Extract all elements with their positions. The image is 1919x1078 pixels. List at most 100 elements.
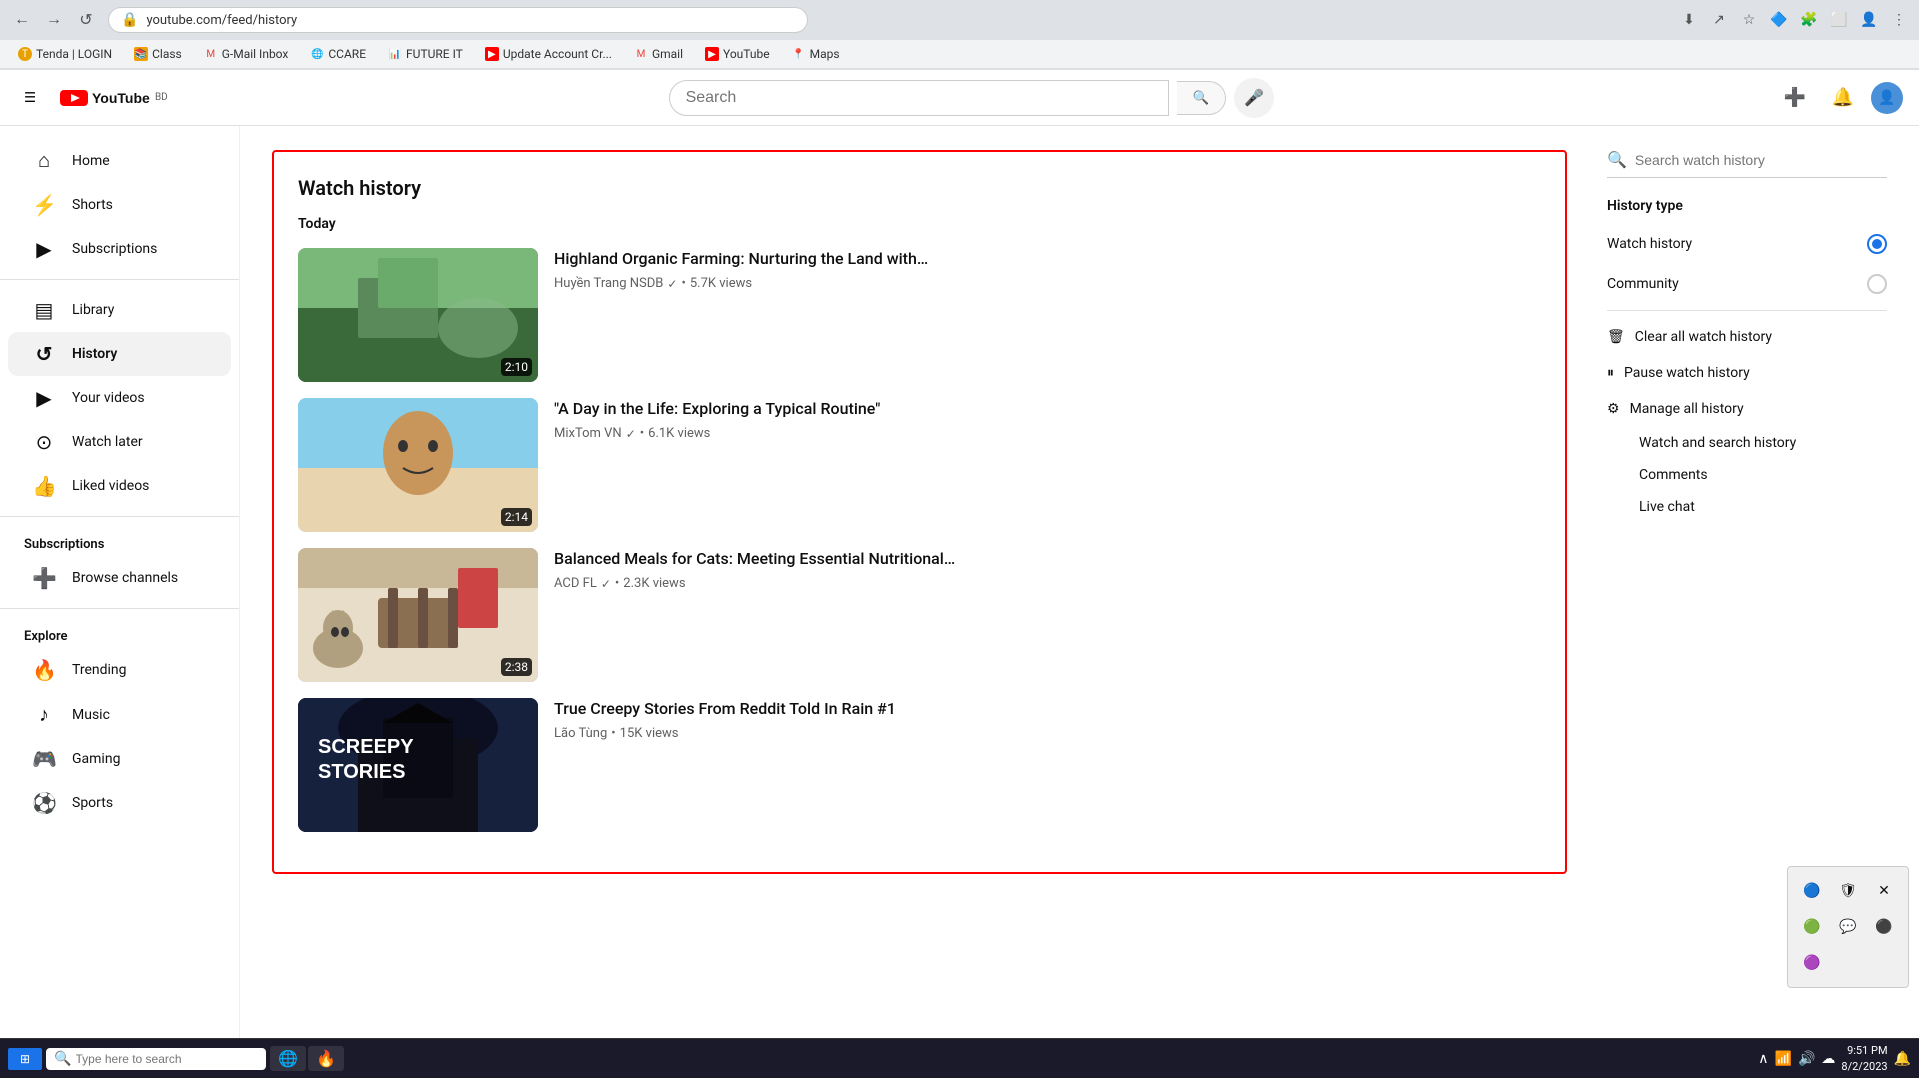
video-title-2: "A Day in the Life: Exploring a Typical … [554, 398, 1541, 420]
sidebar-your-videos-label: Your videos [72, 390, 145, 406]
taskbar-search[interactable]: 🔍 [46, 1048, 266, 1070]
tray-bluetooth-icon[interactable]: 🔵 [1796, 875, 1828, 907]
bookmark-youtube-label: YouTube [723, 47, 770, 61]
bookmark-update[interactable]: ▶ Update Account Cr... [477, 44, 620, 64]
browser-chrome: ← → ↺ 🔒 youtube.com/feed/history ⬇ ↗ ☆ 🔷… [0, 0, 1919, 70]
channel-name-4: Lão Tùng [554, 726, 607, 741]
bookmark-future-it[interactable]: 📊 FUTURE IT [380, 44, 471, 64]
taskbar-search-input[interactable] [76, 1052, 236, 1066]
bookmark-youtube[interactable]: ▶ YouTube [697, 44, 778, 64]
pause-history-button[interactable]: ⏸ Pause watch history [1607, 355, 1887, 391]
sidebar-liked-label: Liked videos [72, 478, 149, 494]
sidebar-item-trending[interactable]: 🔥 Trending [8, 648, 231, 692]
gmail-favicon: M [204, 47, 218, 61]
profile-icon[interactable]: 👤 [1857, 8, 1881, 32]
create-button[interactable]: ➕ [1775, 78, 1815, 118]
notifications-button[interactable]: 🔔 [1823, 78, 1863, 118]
bookmark-ccare[interactable]: 🌐 CCARE [302, 44, 374, 64]
menu-icon[interactable]: ⋮ [1887, 8, 1911, 32]
forward-button[interactable]: → [40, 6, 68, 34]
address-bar[interactable]: 🔒 youtube.com/feed/history [108, 7, 808, 33]
taskbar-browser-item[interactable]: 🌐 [270, 1046, 306, 1071]
search-bar[interactable] [669, 80, 1169, 116]
star-icon[interactable]: ☆ [1737, 8, 1761, 32]
taskbar: ⊞ 🔍 🌐 🔥 ∧ 📶 🔊 ☁ 9:51 PM 8/2/2023 🔔 [0, 1038, 1919, 1078]
bookmark-maps[interactable]: 📍 Maps [784, 44, 848, 64]
sidebar-item-liked[interactable]: 👍 Liked videos [8, 464, 231, 508]
taskbar-clock[interactable]: 9:51 PM 8/2/2023 [1841, 1043, 1887, 1074]
start-button[interactable]: ⊞ [8, 1048, 42, 1070]
search-container: 🔍 🎤 [184, 78, 1759, 118]
clear-history-button[interactable]: 🗑 Clear all watch history [1607, 319, 1887, 355]
video-title-1: Highland Organic Farming: Nurturing the … [554, 248, 1541, 270]
taskbar-fire-icon: 🔥 [316, 1049, 336, 1068]
sidebar-item-gaming[interactable]: 🎮 Gaming [8, 737, 231, 781]
bookmark-tenda[interactable]: T Tenda | LOGIN [10, 44, 120, 64]
manage-history-button[interactable]: ⚙ Manage all history [1607, 391, 1887, 427]
video-info-4: True Creepy Stories From Reddit Told In … [554, 698, 1541, 832]
refresh-button[interactable]: ↺ [72, 6, 100, 34]
sports-icon: ⚽ [32, 791, 56, 815]
download-icon[interactable]: ⬇ [1677, 8, 1701, 32]
video-item-2[interactable]: 2:14 "A Day in the Life: Exploring a Typ… [298, 398, 1541, 532]
sidebar-divider-3 [0, 608, 239, 609]
radio-watch-history-circle [1867, 234, 1887, 254]
extension1-icon[interactable]: 🔷 [1767, 8, 1791, 32]
sidebar-item-music[interactable]: ♪ Music [8, 692, 231, 737]
extension2-icon[interactable]: 🧩 [1797, 8, 1821, 32]
window-icon[interactable]: ⬜ [1827, 8, 1851, 32]
tray-green-icon[interactable]: 🟢 [1796, 911, 1828, 943]
youtube-logo[interactable]: YouTube BD [60, 88, 168, 108]
video-thumbnail-2: 2:14 [298, 398, 538, 532]
bookmark-class[interactable]: 📚 Class [126, 44, 190, 64]
video-item-1[interactable]: 2:10 Highland Organic Farming: Nurturing… [298, 248, 1541, 382]
share-icon[interactable]: ↗ [1707, 8, 1731, 32]
search-history-input[interactable] [1635, 152, 1887, 168]
video-duration-2: 2:14 [501, 508, 532, 526]
tray-volume-icon[interactable]: 🔊 [1798, 1051, 1815, 1067]
sidebar-item-shorts[interactable]: ⚡ Shorts [8, 183, 231, 227]
sidebar-item-home[interactable]: ⌂ Home [8, 138, 231, 183]
voice-search-button[interactable]: 🎤 [1234, 78, 1274, 118]
hamburger-menu-button[interactable]: ☰ [16, 82, 44, 114]
comments-link[interactable]: Comments [1607, 459, 1887, 491]
tray-purple-icon[interactable]: 🟣 [1796, 947, 1828, 979]
gear-icon: ⚙ [1607, 401, 1620, 417]
tray-network-icon[interactable]: 📶 [1775, 1051, 1792, 1067]
radio-watch-history[interactable]: Watch history [1607, 230, 1887, 258]
tray-close-icon[interactable]: ✕ [1868, 875, 1900, 907]
tray-chat-icon[interactable]: 💬 [1832, 911, 1864, 943]
search-history-box[interactable]: 🔍 [1607, 150, 1887, 178]
taskbar-fire-item[interactable]: 🔥 [308, 1046, 344, 1071]
sidebar-item-watch-later[interactable]: ⊙ Watch later [8, 420, 231, 464]
video-item-3[interactable]: 2:38 Balanced Meals for Cats: Meeting Es… [298, 548, 1541, 682]
bookmark-gmail2[interactable]: M Gmail [626, 44, 691, 64]
live-chat-link[interactable]: Live chat [1607, 491, 1887, 523]
tray-up-icon[interactable]: ∧ [1758, 1051, 1768, 1067]
svg-text:STORIES: STORIES [318, 761, 405, 783]
tray-shield-icon[interactable]: 🛡 [1832, 875, 1864, 907]
tray-notification-icon[interactable]: 🔔 [1894, 1051, 1911, 1067]
explore-section-title: Explore [0, 617, 239, 648]
radio-community[interactable]: Community [1607, 270, 1887, 298]
search-input[interactable] [686, 89, 1152, 107]
sidebar-item-subscriptions[interactable]: ▶ Subscriptions [8, 227, 231, 271]
back-button[interactable]: ← [8, 6, 36, 34]
tenda-favicon: T [18, 47, 32, 61]
sidebar-item-history[interactable]: ↺ History [8, 332, 231, 376]
create-icon: ➕ [1784, 87, 1806, 108]
history-date: Today [298, 216, 1541, 232]
sidebar-item-sports[interactable]: ⚽ Sports [8, 781, 231, 825]
bookmark-gmail[interactable]: M G-Mail Inbox [196, 44, 297, 64]
user-avatar[interactable]: 👤 [1871, 82, 1903, 114]
taskbar-tray: ∧ 📶 🔊 ☁ 9:51 PM 8/2/2023 🔔 [1758, 1043, 1911, 1074]
sidebar-item-your-videos[interactable]: ▶ Your videos [8, 376, 231, 420]
video-item-4[interactable]: SCREEPY STORIES True Creepy Stories From… [298, 698, 1541, 832]
sidebar-item-library[interactable]: ▤ Library [8, 288, 231, 332]
watch-and-search-history-link[interactable]: Watch and search history [1607, 427, 1887, 459]
radio-watch-history-dot [1872, 239, 1882, 249]
search-button[interactable]: 🔍 [1177, 81, 1227, 115]
tray-dark-icon[interactable]: ⚫ [1868, 911, 1900, 943]
library-icon: ▤ [32, 298, 56, 322]
sidebar-item-browse-channels[interactable]: ➕ Browse channels [8, 556, 231, 600]
